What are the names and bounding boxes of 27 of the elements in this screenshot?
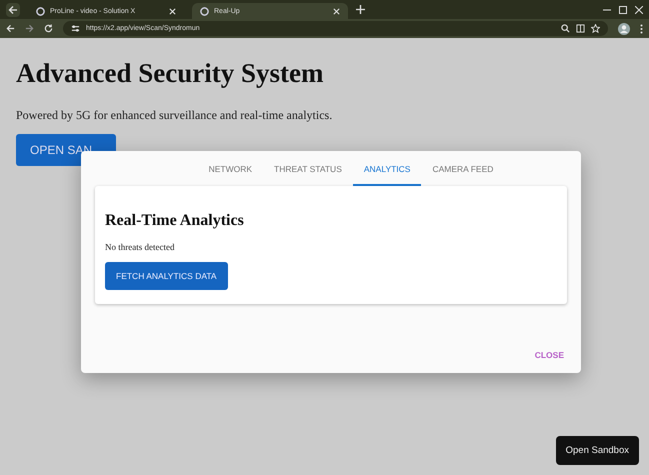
new-tab-icon[interactable] <box>356 5 365 14</box>
close-icon[interactable] <box>333 8 340 14</box>
dialog-tab[interactable]: THREAT STATUS <box>263 151 353 186</box>
page-subtitle: Powered by 5G for enhanced surveillance and real-time analytics. <box>16 108 334 123</box>
card-heading: Real-Time Analytics <box>105 212 245 230</box>
dialog-tab[interactable]: CAMERA FEED <box>421 151 504 186</box>
search-icon[interactable] <box>561 24 570 33</box>
forward-icon[interactable] <box>25 24 34 33</box>
close-icon[interactable] <box>169 8 176 14</box>
avatar-icon[interactable] <box>618 22 630 34</box>
fetch-button[interactable]: FETCH ANALYTICS DATA <box>105 262 228 290</box>
maximize-icon[interactable] <box>619 6 627 14</box>
back-icon[interactable] <box>6 2 20 16</box>
back-icon[interactable] <box>6 24 15 33</box>
star-icon[interactable] <box>591 24 600 33</box>
page-title: Advanced Security System <box>16 58 324 89</box>
reload-icon[interactable] <box>44 24 53 33</box>
reader-icon[interactable] <box>576 24 585 33</box>
open-sandbox-button[interactable]: Open Sandbox <box>556 436 639 465</box>
favicon-icon <box>200 6 209 16</box>
close-icon[interactable] <box>635 6 643 14</box>
favicon-icon <box>36 6 45 16</box>
close-button[interactable]: CLOSE <box>528 349 570 361</box>
dialog-tab[interactable]: NETWORK <box>198 151 264 186</box>
menu-icon[interactable] <box>640 24 643 34</box>
site-info-icon[interactable] <box>71 24 80 33</box>
status-text: No threats detected <box>105 242 176 252</box>
